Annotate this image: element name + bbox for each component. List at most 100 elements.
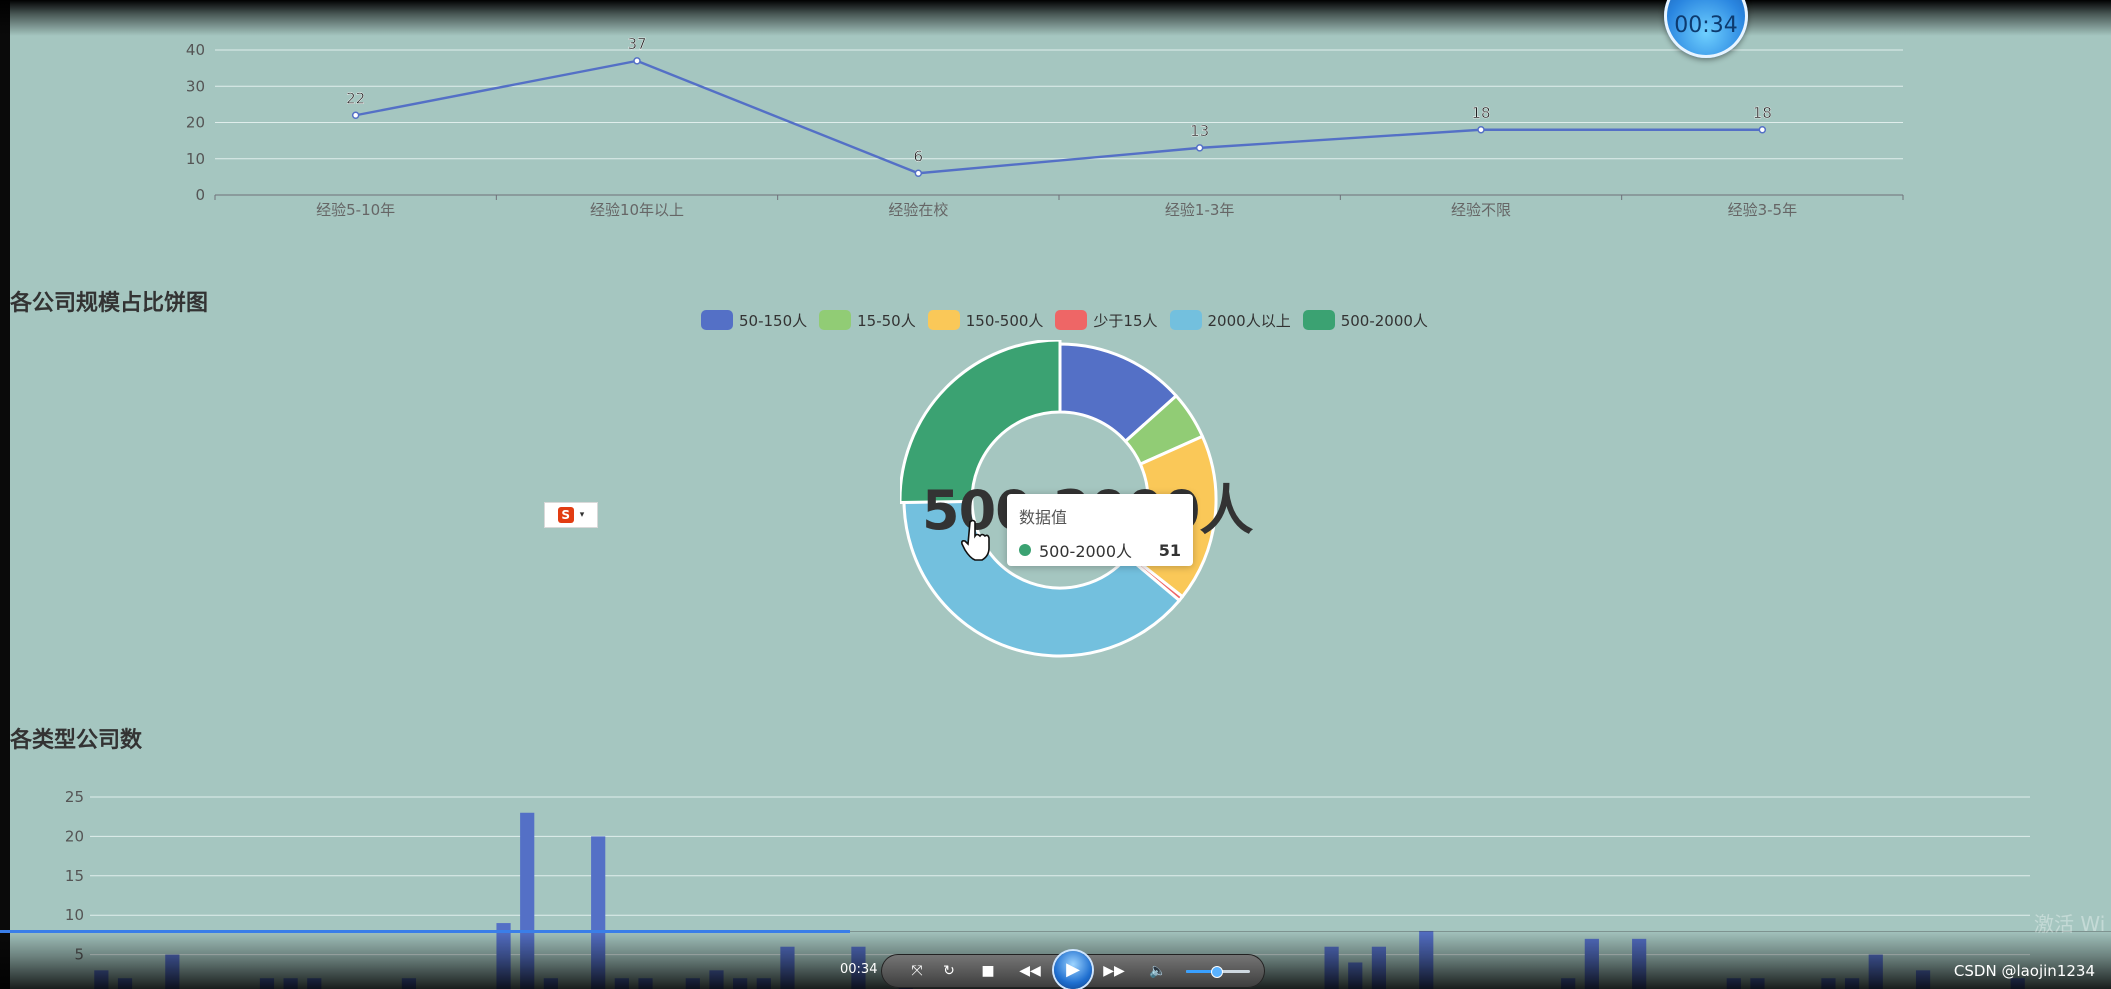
progress-track[interactable] bbox=[850, 931, 2111, 932]
stop-icon[interactable]: ■ bbox=[977, 961, 999, 981]
tooltip-value: 51 bbox=[1158, 540, 1181, 560]
line-xtick-label: 经验5-10年 bbox=[316, 201, 395, 219]
legend-label: 15-50人 bbox=[857, 311, 916, 330]
line-xtick-label: 经验10年以上 bbox=[590, 201, 684, 219]
ime-dropdown-icon[interactable]: ▾ bbox=[580, 510, 585, 520]
legend-swatch bbox=[819, 310, 852, 330]
line-point bbox=[1477, 126, 1485, 134]
hand-cursor-icon bbox=[961, 519, 990, 561]
legend-swatch bbox=[927, 310, 960, 330]
bar-rect bbox=[1348, 962, 1363, 989]
volume-icon[interactable]: 🔈 bbox=[1147, 961, 1169, 981]
bar-rect bbox=[591, 836, 606, 989]
bar-rect bbox=[94, 970, 109, 989]
player-time: 00:34 bbox=[840, 962, 878, 977]
bar-rect bbox=[1419, 930, 1434, 989]
bar-section-title: 各类型公司数 bbox=[10, 728, 143, 753]
line-ytick-label: 30 bbox=[186, 77, 205, 95]
bar-rect bbox=[307, 978, 322, 989]
bar-rect bbox=[520, 812, 535, 989]
bar-ytick-label: 10 bbox=[65, 906, 84, 924]
bar-rect bbox=[685, 978, 700, 989]
bar-rect bbox=[709, 970, 724, 989]
bar-ytick-label: 5 bbox=[74, 946, 84, 964]
legend-label: 2000人以上 bbox=[1207, 311, 1291, 330]
line-ytick-label: 40 bbox=[186, 41, 205, 59]
legend-swatch bbox=[701, 310, 733, 330]
line-series-path bbox=[355, 59, 1763, 175]
line-data-label: 37 bbox=[627, 35, 646, 53]
legend-swatch bbox=[1302, 310, 1335, 330]
bar-rect bbox=[1632, 938, 1647, 989]
tooltip-row: 500-2000人 51 bbox=[1019, 538, 1181, 562]
repeat-icon[interactable]: ↻ bbox=[938, 961, 960, 981]
bar-rect bbox=[1844, 978, 1860, 989]
pie-legend-item[interactable]: 15-50人 bbox=[819, 310, 916, 331]
bar-ytick-label: 25 bbox=[65, 789, 84, 806]
tooltip-title: 数据值 bbox=[1019, 508, 1068, 527]
bar-rect bbox=[756, 978, 771, 989]
volume-slider-knob[interactable] bbox=[1211, 966, 1223, 978]
windows-activate-text: 激活 Wi bbox=[2034, 912, 2106, 936]
bar-rect bbox=[1561, 978, 1576, 989]
line-ytick-label: 0 bbox=[195, 186, 205, 204]
bar-rect bbox=[1584, 938, 1599, 989]
bar-rect bbox=[1371, 946, 1387, 989]
legend-label: 500-2000人 bbox=[1340, 311, 1428, 330]
line-xtick-label: 经验1-3年 bbox=[1165, 201, 1235, 219]
legend-label: 少于15人 bbox=[1093, 311, 1158, 330]
line-xtick-label: 经验在校 bbox=[888, 201, 948, 219]
bar-rect bbox=[1324, 946, 1339, 989]
pie-tooltip: 数据值 500-2000人 51 bbox=[1007, 494, 1193, 566]
bar-rect bbox=[165, 954, 180, 989]
tooltip-name: 500-2000人 bbox=[1039, 542, 1133, 561]
pie-legend-item[interactable]: 2000人以上 bbox=[1169, 310, 1291, 331]
bar-rect bbox=[614, 978, 629, 989]
pie-legend-item[interactable]: 50-150人 bbox=[701, 310, 807, 331]
line-xtick-label: 经验不限 bbox=[1451, 201, 1511, 219]
rewind-icon[interactable]: ◀◀ bbox=[1019, 961, 1041, 981]
line-point bbox=[1758, 126, 1767, 134]
progress-bar[interactable] bbox=[0, 930, 850, 933]
bar-rect bbox=[1868, 954, 1883, 989]
line-xtick-label: 经验3-5年 bbox=[1728, 201, 1798, 219]
bar-rect bbox=[1915, 970, 1931, 989]
pie-legend-item[interactable]: 150-500人 bbox=[927, 310, 1044, 331]
line-data-label: 18 bbox=[1753, 104, 1772, 122]
legend-label: 150-500人 bbox=[965, 311, 1044, 330]
line-point bbox=[1195, 144, 1204, 152]
bar-rect bbox=[283, 978, 298, 989]
bar-rect bbox=[259, 978, 275, 989]
line-ytick-label: 10 bbox=[186, 150, 205, 168]
pie-legend-item[interactable]: 少于15人 bbox=[1055, 310, 1158, 331]
tooltip-color-dot bbox=[1019, 544, 1031, 556]
sogou-ime-icon[interactable]: S bbox=[557, 507, 574, 523]
bar-rect bbox=[543, 978, 558, 989]
screen-toggle-icon[interactable]: ⤧ bbox=[906, 961, 928, 981]
ime-toolbar[interactable]: S ▾ bbox=[544, 502, 598, 528]
line-point bbox=[914, 169, 923, 177]
fast-forward-icon[interactable]: ▶▶ bbox=[1103, 961, 1125, 981]
bar-rect bbox=[780, 946, 795, 989]
bar-ytick-label: 20 bbox=[65, 827, 84, 845]
line-data-label: 22 bbox=[346, 89, 365, 107]
legend-swatch bbox=[1169, 310, 1202, 330]
bar-rect bbox=[401, 978, 417, 989]
bar-rect bbox=[1726, 978, 1741, 989]
bar-ytick-label: 15 bbox=[65, 867, 84, 885]
line-point bbox=[633, 57, 641, 65]
line-data-label: 13 bbox=[1190, 122, 1209, 140]
csdn-watermark: CSDN @laojin1234 bbox=[1953, 962, 2095, 980]
bar-rect bbox=[733, 978, 748, 989]
line-data-label: 18 bbox=[1471, 104, 1490, 122]
line-data-label: 6 bbox=[914, 147, 924, 165]
pie-legend-item[interactable]: 500-2000人 bbox=[1302, 310, 1428, 331]
legend-swatch bbox=[1055, 310, 1088, 330]
line-chart: 0 10 20 30 40 经验5-10年 经验10年以上 经验在校 经验1-3年 经验不限 经验3… bbox=[186, 35, 1904, 219]
bar-rect bbox=[638, 978, 653, 989]
bar-rect bbox=[117, 978, 133, 989]
play-icon[interactable]: ▶ bbox=[1054, 951, 1092, 989]
pie-legend[interactable]: 50-150人 15-50人 150-500人 少于15人 2000人以上 500-200… bbox=[701, 308, 1440, 332]
line-ytick-label: 20 bbox=[186, 114, 205, 132]
bar-rect bbox=[1821, 978, 1836, 989]
